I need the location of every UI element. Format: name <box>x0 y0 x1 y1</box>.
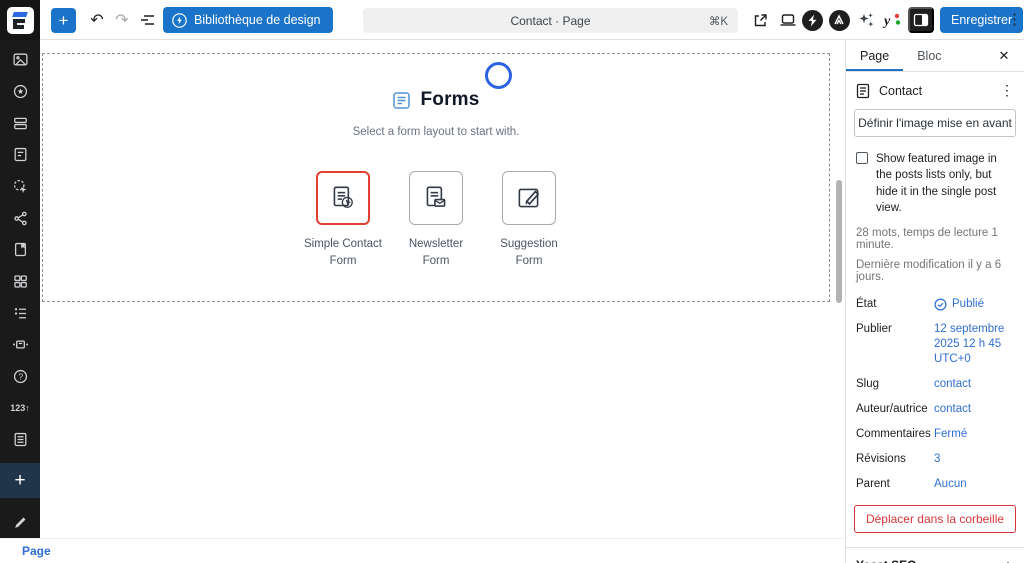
notes-icon[interactable] <box>0 424 40 456</box>
command-bar-text: Contact · Page <box>510 14 590 28</box>
settings-sidebar: Page Bloc ✕ Contact ⋮ Définir l'image mi… <box>845 40 1024 563</box>
ai-sparkles-icon[interactable] <box>855 9 877 31</box>
slug-link[interactable]: contact <box>934 377 1014 392</box>
settings-sidebar-toggle[interactable] <box>908 7 934 33</box>
form-layout-options: Simple Contact Form Newsletter Form Sugg… <box>43 171 829 272</box>
logo-icon <box>7 7 34 34</box>
document-actions-kebab-icon[interactable]: ⋮ <box>998 82 1016 99</box>
suggestion-form-card[interactable] <box>502 171 556 225</box>
svg-text:y: y <box>882 14 891 29</box>
card-label: Suggestion Form <box>489 236 569 272</box>
add-block-button[interactable]: + <box>51 8 76 33</box>
meta-row-status: État Publié <box>856 297 1014 312</box>
yoast-seo-title: Yoast SEO <box>856 558 916 563</box>
layout-option-newsletter: Newsletter Form <box>390 171 483 272</box>
revisions-link[interactable]: 3 <box>934 452 1014 467</box>
app-window: + ↶ ↷ Bibliothèque de design Contact · P… <box>0 0 1024 563</box>
last-modified-text: Dernière modification il y a 6 jours. <box>856 259 1014 283</box>
move-to-trash-button[interactable]: Déplacer dans la corbeille <box>854 505 1016 533</box>
a-plugin-toolbar-icon[interactable] <box>828 9 850 31</box>
carousel-icon[interactable] <box>0 329 40 361</box>
yoast-seo-panel-header[interactable]: Yoast SEO <box>846 548 1024 563</box>
page-doc-icon <box>856 83 870 99</box>
bolt-circle-icon <box>172 13 187 28</box>
forms-icon <box>392 91 411 110</box>
redo-icon[interactable]: ↷ <box>110 8 134 32</box>
command-bar-shortcut: ⌘K <box>709 14 728 28</box>
meta-row-author: Auteur/autrice contact <box>856 402 1014 417</box>
top-toolbar: + ↶ ↷ Bibliothèque de design Contact · P… <box>0 0 1024 40</box>
left-icon-rail: ? 123↑ + <box>0 40 40 538</box>
tab-page[interactable]: Page <box>846 40 903 71</box>
meta-row-publish: Publier 12 septembre 2025 12 h 45 UTC+0 <box>856 322 1014 367</box>
card-label: Simple Contact Form <box>303 236 383 272</box>
layout-option-suggestion: Suggestion Form <box>483 171 576 272</box>
help-icon[interactable]: ? <box>0 361 40 393</box>
sidebar-tabs: Page Bloc ✕ <box>846 40 1024 72</box>
click-select-icon[interactable] <box>0 171 40 203</box>
document-summary-row: Contact ⋮ <box>846 72 1024 107</box>
share-icon[interactable] <box>0 202 40 234</box>
meta-row-revisions: Révisions 3 <box>856 452 1014 467</box>
publish-date-link[interactable]: 12 septembre 2025 12 h 45 UTC+0 <box>934 322 1014 367</box>
comments-link[interactable]: Fermé <box>934 427 1014 442</box>
document-meta-list: État Publié Publier 12 septembre 2025 12… <box>856 297 1014 491</box>
layout-option-simple-contact: Simple Contact Form <box>297 171 390 272</box>
simple-contact-form-card[interactable] <box>316 171 370 225</box>
undo-icon[interactable]: ↶ <box>85 8 109 32</box>
meta-row-parent: Parent Aucun <box>856 477 1014 492</box>
badge-star-icon[interactable] <box>0 76 40 108</box>
close-icon[interactable]: ✕ <box>992 40 1016 72</box>
word-count-text: 28 mots, temps de lecture 1 minute. <box>856 227 1014 251</box>
preview-device-icon[interactable] <box>777 9 799 31</box>
image-icon[interactable] <box>0 44 40 76</box>
design-library-button[interactable]: Bibliothèque de design <box>163 7 333 33</box>
document-title: Contact <box>879 84 989 98</box>
svg-text:?: ? <box>18 372 23 382</box>
canvas-scrollbar[interactable] <box>836 180 842 303</box>
status-published-link[interactable]: Publié <box>934 297 1014 312</box>
options-kebab-icon[interactable]: ⋮ <box>1007 8 1021 32</box>
document-stats: 28 mots, temps de lecture 1 minute. Dern… <box>856 227 1014 283</box>
meta-row-slug: Slug contact <box>856 377 1014 392</box>
list-view-icon[interactable] <box>135 8 159 32</box>
design-library-label: Bibliothèque de design <box>194 13 321 27</box>
newsletter-form-card[interactable] <box>409 171 463 225</box>
rail-add-block-button[interactable]: + <box>0 463 40 499</box>
bookmark-icon[interactable] <box>0 234 40 266</box>
meta-row-comments: Commentaires Fermé <box>856 427 1014 442</box>
checklist-icon[interactable] <box>0 297 40 329</box>
command-bar[interactable]: Contact · Page ⌘K <box>363 8 738 33</box>
edit-pencil-icon[interactable] <box>0 506 40 538</box>
tab-bloc[interactable]: Bloc <box>903 40 955 71</box>
forms-block-header: Forms <box>392 89 479 111</box>
set-featured-image-button[interactable]: Définir l'image mise en avant <box>854 109 1016 137</box>
view-page-external-link-icon[interactable] <box>749 9 771 31</box>
forms-block-title: Forms <box>420 89 479 111</box>
essential-blocks-toolbar-icon[interactable] <box>801 9 823 31</box>
featured-image-checkbox-label: Show featured image in the posts lists o… <box>876 151 1014 216</box>
featured-image-checkbox[interactable] <box>856 152 868 164</box>
essential-blocks-logo[interactable] <box>0 0 40 40</box>
rows-icon[interactable] <box>0 107 40 139</box>
author-link[interactable]: contact <box>934 402 1014 417</box>
breadcrumb-page[interactable]: Page <box>22 544 51 558</box>
counter-123-icon[interactable]: 123↑ <box>0 392 40 424</box>
form-doc-icon[interactable] <box>0 139 40 171</box>
yoast-seo-section: Yoast SEO Analyse SEO : À améliorer Anal… <box>846 547 1024 563</box>
forms-block[interactable]: Forms Select a form layout to start with… <box>42 53 830 302</box>
editor-footer: Page <box>0 538 845 563</box>
editor-canvas: Forms Select a form layout to start with… <box>40 40 845 538</box>
forms-block-subtitle: Select a form layout to start with. <box>43 126 829 138</box>
card-label: Newsletter Form <box>396 236 476 272</box>
yoast-seo-icon[interactable]: y <box>881 9 903 31</box>
grid-blocks-icon[interactable] <box>0 266 40 298</box>
featured-image-option-row: Show featured image in the posts lists o… <box>856 151 1014 216</box>
parent-link[interactable]: Aucun <box>934 477 1014 492</box>
